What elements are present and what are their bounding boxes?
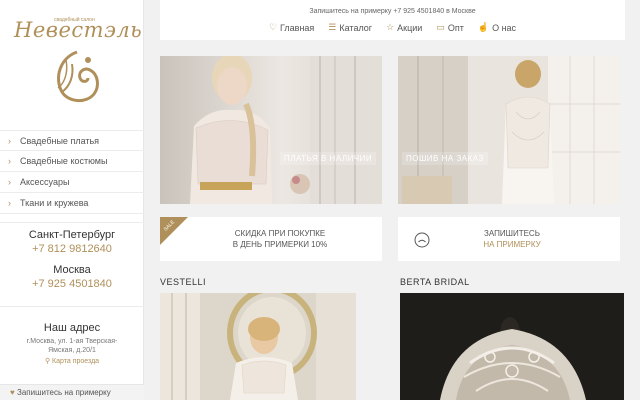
- sidebar-item-label: Ткани и кружева: [20, 198, 89, 208]
- main-nav: ♡ Главная ☰ Каталог ☆ Акции ▭ Опт ☝ О на…: [160, 22, 625, 33]
- city-spb: Санкт-Петербург +7 812 9812640: [0, 229, 144, 255]
- address-text: г.Москва, ул. 1-ая Тверская- Ямская, д.2…: [0, 337, 144, 355]
- brand-title-berta[interactable]: BERTA BRIDAL: [400, 277, 470, 287]
- tile-custom[interactable]: ПОШИВ НА ЗАКАЗ: [398, 56, 620, 204]
- chevron-right-icon: ›: [8, 177, 11, 187]
- city-name: Москва: [53, 264, 91, 276]
- phone-link[interactable]: +7 812 9812640: [0, 243, 144, 255]
- promo-line: НА ПРИМЕРКУ: [483, 240, 541, 249]
- phone-link[interactable]: +7 925 4501840: [0, 278, 144, 290]
- chevron-right-icon: ›: [8, 135, 11, 146]
- heart-icon: ♥: [10, 388, 15, 397]
- tile-in-stock[interactable]: ПЛАТЬЯ В НАЛИЧИИ: [160, 56, 382, 204]
- brand-vestelli-image[interactable]: [160, 293, 356, 400]
- promo-line: В ДЕНЬ ПРИМЕРКИ 10%: [232, 240, 328, 249]
- map-link-label: Карта проезда: [52, 358, 100, 365]
- nav-label: О нас: [492, 22, 517, 33]
- nav-label: Опт: [447, 22, 464, 33]
- heart-icon: ♡: [268, 22, 278, 32]
- tile-in-stock-label: ПЛАТЬЯ В НАЛИЧИИ: [280, 152, 377, 165]
- chevron-right-icon: ›: [8, 156, 11, 166]
- custom-image: [398, 56, 620, 204]
- nav-wholesale[interactable]: ▭ Опт: [436, 22, 464, 33]
- sidebar-signup-button[interactable]: ♥ Запишитесь на примерку: [0, 384, 144, 400]
- logo-name: Невестэль: [14, 18, 143, 42]
- logo[interactable]: свадебный салон Невестэль: [0, 0, 144, 122]
- address-line: Ямская, д.20/1: [48, 347, 96, 354]
- star-icon: ☆: [386, 22, 395, 32]
- brand-berta-image[interactable]: [400, 293, 624, 400]
- chevron-right-icon: ›: [8, 198, 11, 208]
- address-title: Наш адрес: [43, 322, 101, 334]
- sidebar: свадебный салон Невестэль › Свадебные пл…: [0, 0, 144, 400]
- vestelli-photo: [160, 293, 356, 400]
- nav-sales[interactable]: ☆ Акции: [386, 22, 422, 33]
- divider: [0, 306, 144, 307]
- divider: [0, 222, 144, 223]
- tile-custom-label: ПОШИВ НА ЗАКАЗ: [402, 152, 488, 165]
- sidebar-item-accessories[interactable]: › Аксессуары: [0, 172, 144, 193]
- sidebar-signup-label: Запишитесь на примерку: [16, 388, 111, 397]
- in-stock-image: [160, 56, 382, 204]
- hand-icon: ☝: [477, 22, 490, 32]
- nav-label: Главная: [280, 22, 315, 33]
- map-pin-icon: ⚲: [44, 358, 51, 365]
- promo-signup[interactable]: ЗАПИШИТЕСЬ НА ПРИМЕРКУ: [398, 217, 620, 261]
- header-notice: Запишитесь на примерку +7 925 4501840 в …: [309, 8, 476, 15]
- nav-home[interactable]: ♡ Главная: [269, 22, 314, 33]
- brand-title-vestelli[interactable]: VESTELLI: [160, 277, 206, 287]
- sidebar-item-label: Свадебные костюмы: [20, 156, 108, 166]
- header: Запишитесь на примерку +7 925 4501840 в …: [160, 0, 625, 40]
- address-block: Наш адрес г.Москва, ул. 1-ая Тверская- Я…: [0, 322, 144, 365]
- nav-catalog[interactable]: ☰ Каталог: [328, 22, 372, 33]
- sidebar-item-wedding-dresses[interactable]: › Свадебные платья: [0, 130, 144, 151]
- promo-discount-text: СКИДКА ПРИ ПОКУПКЕ В ДЕНЬ ПРИМЕРКИ 10%: [218, 228, 342, 250]
- city-name: Санкт-Петербург: [28, 229, 116, 241]
- card-icon: ▭: [436, 22, 445, 32]
- promo-line: ЗАПИШИТЕСЬ: [484, 229, 540, 238]
- sidebar-menu: › Свадебные платья › Свадебные костюмы ›…: [0, 130, 144, 214]
- promo-line: СКИДКА ПРИ ПОКУПКЕ: [234, 229, 326, 238]
- list-icon: ☰: [328, 22, 337, 32]
- address-line: г.Москва, ул. 1-ая Тверская-: [26, 338, 118, 345]
- sidebar-item-wedding-suits[interactable]: › Свадебные костюмы: [0, 151, 144, 172]
- logo-emblem-icon: [57, 50, 99, 102]
- berta-photo: [400, 293, 624, 400]
- sidebar-item-label: Свадебные платья: [20, 135, 100, 146]
- city-moscow: Москва +7 925 4501840: [0, 264, 144, 290]
- sidebar-item-label: Аксессуары: [20, 177, 70, 187]
- sidebar-item-fabrics[interactable]: › Ткани и кружева: [0, 193, 144, 214]
- nav-label: Каталог: [339, 22, 373, 33]
- promo-discount[interactable]: SALE СКИДКА ПРИ ПОКУПКЕ В ДЕНЬ ПРИМЕРКИ …: [160, 217, 382, 261]
- nav-label: Акции: [397, 22, 423, 33]
- smile-icon: [414, 232, 430, 248]
- map-link[interactable]: ⚲ Карта проезда: [0, 357, 144, 365]
- nav-about[interactable]: ☝ О нас: [478, 22, 516, 33]
- promo-signup-text: ЗАПИШИТЕСЬ НА ПРИМЕРКУ: [472, 228, 552, 250]
- page: свадебный салон Невестэль › Свадебные пл…: [0, 0, 640, 400]
